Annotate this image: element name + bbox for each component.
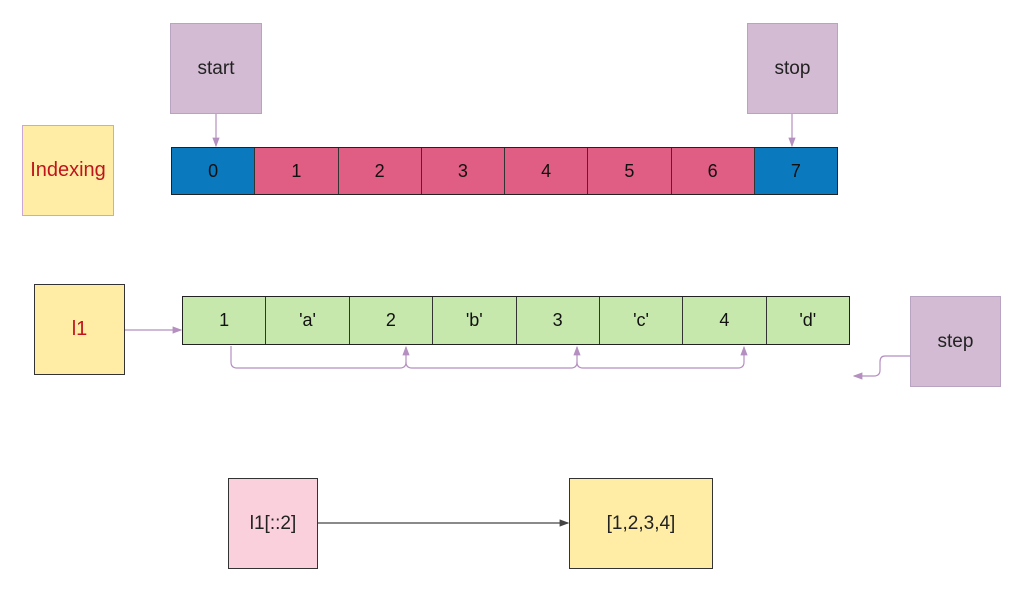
result-label: [1,2,3,4] — [606, 512, 676, 534]
start-box: start — [170, 23, 262, 114]
list-cell: 3 — [517, 297, 600, 344]
index-cell: 1 — [255, 148, 339, 194]
indexing-label: Indexing — [30, 159, 106, 181]
list-cell: 1 — [183, 297, 267, 344]
stop-label: stop — [774, 57, 811, 79]
list-cell: 'c' — [600, 297, 684, 344]
step-arrow — [852, 355, 910, 380]
l1-box: l1 — [34, 284, 125, 375]
indexing-box: Indexing — [22, 125, 114, 216]
index-cell: 0 — [172, 148, 256, 194]
stop-box: stop — [747, 23, 838, 114]
expression-box: l1[::2] — [228, 478, 318, 569]
step-label: step — [937, 330, 974, 352]
result-box: [1,2,3,4] — [569, 478, 713, 569]
index-cell: 7 — [754, 148, 837, 194]
index-cell: 3 — [421, 148, 505, 194]
list-cell: 'a' — [266, 297, 350, 344]
l1-label: l1 — [71, 318, 88, 340]
list-array: 1'a' 2'b' 3'c' 4 'd' — [182, 296, 850, 345]
step-curve-2 — [405, 345, 581, 369]
index-cell: 2 — [338, 148, 422, 194]
index-cell: 4 — [505, 148, 589, 194]
list-cell: 2 — [350, 297, 434, 344]
list-cell: 4 — [683, 297, 767, 344]
start-label: start — [197, 57, 235, 79]
list-cell: 'b' — [433, 297, 517, 344]
index-cell: 5 — [588, 148, 672, 194]
expression-label: l1[::2] — [249, 512, 297, 534]
step-curve-3 — [576, 345, 748, 369]
step-box: step — [910, 296, 1001, 387]
list-cell: 'd' — [799, 310, 817, 330]
step-curve-1 — [230, 345, 410, 369]
index-array: 01234567 — [171, 147, 838, 195]
index-cell: 6 — [671, 148, 755, 194]
